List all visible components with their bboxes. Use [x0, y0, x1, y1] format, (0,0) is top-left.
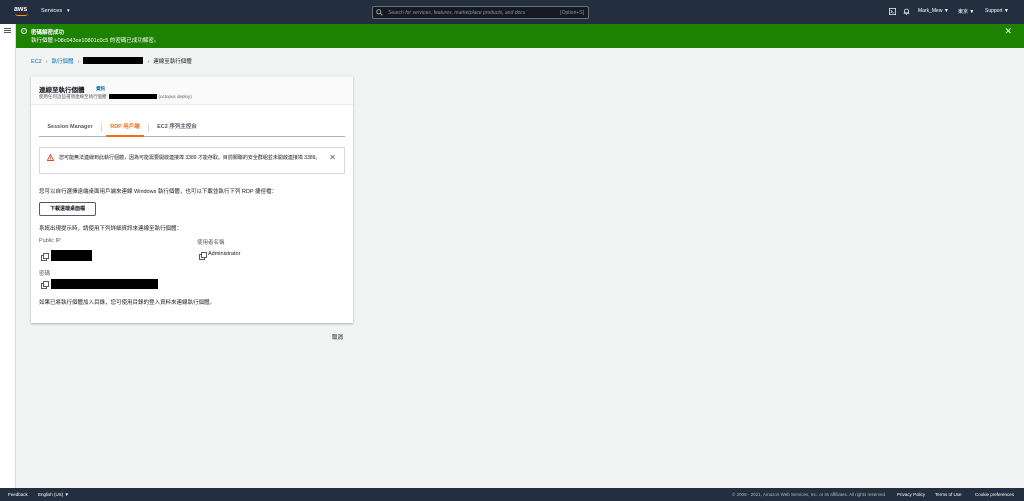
copy-icon[interactable] — [41, 281, 49, 289]
aws-logo[interactable]: aws — [14, 6, 30, 18]
connection-prompt-text: 系統出現提示時，請使用下列詳細資訊來連線至執行個體： — [39, 226, 183, 232]
search-shortcut: [Option+S] — [560, 10, 584, 16]
side-navigation — [0, 24, 16, 488]
success-check-icon: ✓ — [21, 28, 27, 34]
redacted-instance-id — [108, 94, 157, 99]
support-menu[interactable]: Support ▼ — [985, 8, 1009, 14]
redacted-instance-id — [83, 57, 144, 64]
breadcrumb-current: 連線至執行個體 — [153, 59, 192, 65]
rdp-intro-text: 您可以自行選擇遠端桌面用戶端來連線 Windows 執行個體，也可以下載並執行下… — [39, 189, 277, 195]
copy-icon[interactable] — [41, 253, 49, 261]
tab-rdp-client[interactable]: RDP 用戶端 — [102, 119, 148, 137]
cookie-preferences-link[interactable]: Cookie preferences — [975, 492, 1014, 497]
bell-icon[interactable] — [903, 8, 910, 15]
connect-tabs: Session Manager RDP 用戶端 EC2 序列主控台 — [39, 119, 345, 137]
footer: Feedback English (US) ▼ © 2008 - 2021, A… — [0, 488, 1024, 501]
warning-text: 您可能無法連線到此執行個體，因為可能需要開啟連接埠 3389 才能存取。目前關聯… — [59, 155, 321, 161]
breadcrumb-ec2[interactable]: EC2 — [31, 59, 42, 65]
feedback-link[interactable]: Feedback — [8, 492, 28, 497]
info-link[interactable]: 資訊 — [96, 86, 105, 92]
privacy-policy-link[interactable]: Privacy Policy — [897, 492, 925, 497]
connect-instance-card: 連線至執行個體 資訊 使用任何這些選項連線至執行個體 (octopus deplo… — [31, 76, 353, 323]
search-icon — [376, 9, 383, 16]
card-header: 連線至執行個體 資訊 使用任何這些選項連線至執行個體 (octopus deplo… — [31, 77, 353, 105]
copyright-text: © 2008 - 2021, Amazon Web Services, Inc.… — [732, 492, 887, 497]
account-menu[interactable]: Mark_Mew ▼ — [918, 8, 949, 14]
caret-down-icon: ▼ — [1003, 8, 1009, 14]
caret-down-icon: ▼ — [64, 492, 69, 497]
menu-icon[interactable] — [4, 28, 11, 33]
cancel-button[interactable]: 取消 — [332, 333, 343, 341]
cloudshell-icon[interactable] — [889, 8, 896, 15]
tab-serial-console[interactable]: EC2 序列主控台 — [149, 119, 205, 136]
caret-down-icon: ▼ — [66, 8, 71, 13]
tab-session-manager[interactable]: Session Manager — [39, 119, 101, 136]
flash-message: 執行個體 i-08c043ce10801c0c5 的密碼已成功解密。 — [31, 37, 160, 44]
caret-down-icon: ▼ — [969, 9, 975, 15]
domain-note-text: 如果已將執行個體加入目錄，您可使用目錄的登入資料來連線執行個體。 — [39, 300, 216, 306]
search-input[interactable]: Search for services, features, marketpla… — [372, 6, 589, 19]
breadcrumb-instances[interactable]: 執行個體 — [52, 59, 74, 65]
chevron-right-icon: › — [147, 59, 150, 65]
services-menu[interactable]: Services ▼ — [41, 8, 71, 14]
card-subtitle: 使用任何這些選項連線至執行個體 (octopus deploy) — [39, 94, 192, 100]
top-navigation: aws Services ▼ Search for services, featu… — [0, 0, 1024, 24]
chevron-right-icon: › — [45, 59, 48, 65]
success-flashbar: ✓ 密碼解密成功 執行個體 i-08c043ce10801c0c5 的密碼已成功… — [16, 24, 1024, 48]
support-label: Support — [985, 8, 1003, 14]
redacted-public-ip — [51, 250, 92, 261]
language-selector[interactable]: English (US) ▼ — [38, 492, 69, 497]
download-rdp-file-button[interactable]: 下載遠端桌面檔 — [39, 202, 96, 216]
close-icon[interactable]: ✕ — [329, 154, 336, 162]
redacted-password — [51, 279, 158, 289]
close-icon[interactable]: ✕ — [1004, 27, 1012, 36]
username-label: 使用者名稱 — [197, 240, 225, 246]
breadcrumb: EC2 › 執行個體 › › 連線至執行個體 — [31, 57, 192, 65]
account-name: Mark_Mew — [918, 8, 943, 14]
aws-smile-icon — [15, 13, 28, 16]
warning-alert: 您可能無法連線到此執行個體，因為可能需要開啟連接埠 3389 才能存取。目前關聯… — [39, 147, 345, 174]
language-label: English (US) — [38, 492, 64, 497]
public-ip-label: Public IP — [39, 238, 61, 244]
chevron-right-icon: › — [77, 59, 80, 65]
search-placeholder: Search for services, features, marketpla… — [388, 10, 526, 16]
services-label: Services — [41, 8, 63, 14]
subtitle-suffix: (octopus deploy) — [158, 94, 192, 99]
region-name: 東京 — [958, 9, 969, 15]
username-value: Administrator — [208, 251, 241, 257]
region-menu[interactable]: 東京 ▼ — [958, 8, 974, 15]
aws-logo-text: aws — [14, 6, 28, 13]
warning-icon — [47, 154, 54, 161]
copy-icon[interactable] — [199, 252, 207, 260]
terms-of-use-link[interactable]: Terms of Use — [935, 492, 962, 497]
password-label: 密碼 — [39, 271, 51, 277]
subtitle-prefix: 使用任何這些選項連線至執行個體 — [39, 94, 107, 99]
page-title: 連線至執行個體 — [39, 87, 85, 94]
caret-down-icon: ▼ — [943, 8, 949, 14]
